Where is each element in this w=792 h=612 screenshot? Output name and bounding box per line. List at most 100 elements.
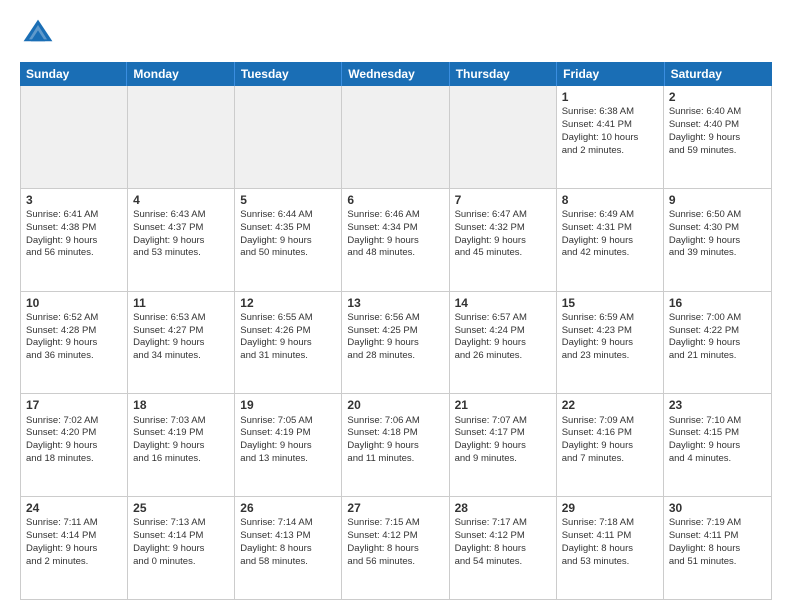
- day-info: Sunrise: 6:46 AM: [347, 209, 443, 222]
- day-info: Sunrise: 7:11 AM: [26, 517, 122, 530]
- day-info: Sunset: 4:16 PM: [562, 427, 658, 440]
- day-info: Sunset: 4:19 PM: [133, 427, 229, 440]
- day-info: Sunrise: 7:06 AM: [347, 415, 443, 428]
- day-number: 22: [562, 397, 658, 413]
- weekday-header: Monday: [127, 62, 234, 86]
- calendar-row: 1Sunrise: 6:38 AMSunset: 4:41 PMDaylight…: [21, 86, 771, 189]
- logo: [20, 16, 60, 52]
- day-info: Sunset: 4:30 PM: [669, 222, 766, 235]
- day-info: and 21 minutes.: [669, 350, 766, 363]
- day-info: Sunrise: 6:41 AM: [26, 209, 122, 222]
- day-info: and 56 minutes.: [347, 556, 443, 569]
- day-info: Sunrise: 6:55 AM: [240, 312, 336, 325]
- day-info: Sunset: 4:24 PM: [455, 325, 551, 338]
- day-info: and 51 minutes.: [669, 556, 766, 569]
- day-info: Daylight: 9 hours: [26, 543, 122, 556]
- day-number: 18: [133, 397, 229, 413]
- day-info: Daylight: 9 hours: [669, 337, 766, 350]
- day-info: and 50 minutes.: [240, 247, 336, 260]
- day-info: Daylight: 9 hours: [26, 235, 122, 248]
- day-info: Sunrise: 6:47 AM: [455, 209, 551, 222]
- calendar-cell: 27Sunrise: 7:15 AMSunset: 4:12 PMDayligh…: [342, 497, 449, 599]
- day-info: Sunrise: 7:03 AM: [133, 415, 229, 428]
- day-number: 13: [347, 295, 443, 311]
- weekday-header: Wednesday: [342, 62, 449, 86]
- day-number: 28: [455, 500, 551, 516]
- day-info: Sunset: 4:11 PM: [669, 530, 766, 543]
- day-info: Sunset: 4:40 PM: [669, 119, 766, 132]
- day-info: Daylight: 9 hours: [26, 337, 122, 350]
- day-info: Daylight: 9 hours: [133, 337, 229, 350]
- day-info: and 54 minutes.: [455, 556, 551, 569]
- weekday-header: Tuesday: [235, 62, 342, 86]
- page: SundayMondayTuesdayWednesdayThursdayFrid…: [0, 0, 792, 612]
- calendar-cell: 13Sunrise: 6:56 AMSunset: 4:25 PMDayligh…: [342, 292, 449, 394]
- day-info: Daylight: 8 hours: [562, 543, 658, 556]
- day-info: Daylight: 9 hours: [240, 440, 336, 453]
- day-number: 24: [26, 500, 122, 516]
- day-info: Daylight: 9 hours: [669, 132, 766, 145]
- day-info: Daylight: 9 hours: [669, 440, 766, 453]
- calendar-cell: 22Sunrise: 7:09 AMSunset: 4:16 PMDayligh…: [557, 394, 664, 496]
- day-info: Sunset: 4:31 PM: [562, 222, 658, 235]
- day-info: and 56 minutes.: [26, 247, 122, 260]
- day-info: Sunset: 4:14 PM: [133, 530, 229, 543]
- day-info: Sunset: 4:22 PM: [669, 325, 766, 338]
- day-number: 25: [133, 500, 229, 516]
- calendar-cell: [450, 86, 557, 188]
- day-info: and 36 minutes.: [26, 350, 122, 363]
- day-info: Sunrise: 7:14 AM: [240, 517, 336, 530]
- calendar-cell: 14Sunrise: 6:57 AMSunset: 4:24 PMDayligh…: [450, 292, 557, 394]
- day-info: and 16 minutes.: [133, 453, 229, 466]
- day-info: and 53 minutes.: [133, 247, 229, 260]
- day-info: Sunset: 4:25 PM: [347, 325, 443, 338]
- day-number: 30: [669, 500, 766, 516]
- day-number: 7: [455, 192, 551, 208]
- day-number: 3: [26, 192, 122, 208]
- weekday-header: Saturday: [665, 62, 772, 86]
- calendar-cell: 7Sunrise: 6:47 AMSunset: 4:32 PMDaylight…: [450, 189, 557, 291]
- day-info: and 13 minutes.: [240, 453, 336, 466]
- day-number: 9: [669, 192, 766, 208]
- day-info: Sunset: 4:14 PM: [26, 530, 122, 543]
- calendar-cell: 29Sunrise: 7:18 AMSunset: 4:11 PMDayligh…: [557, 497, 664, 599]
- calendar-row: 10Sunrise: 6:52 AMSunset: 4:28 PMDayligh…: [21, 292, 771, 395]
- day-number: 4: [133, 192, 229, 208]
- day-info: and 58 minutes.: [240, 556, 336, 569]
- day-info: Sunrise: 6:59 AM: [562, 312, 658, 325]
- header: [20, 16, 772, 52]
- calendar-cell: [128, 86, 235, 188]
- calendar-cell: 19Sunrise: 7:05 AMSunset: 4:19 PMDayligh…: [235, 394, 342, 496]
- weekday-header: Friday: [557, 62, 664, 86]
- calendar-cell: 3Sunrise: 6:41 AMSunset: 4:38 PMDaylight…: [21, 189, 128, 291]
- day-info: Sunrise: 7:00 AM: [669, 312, 766, 325]
- day-info: Daylight: 9 hours: [240, 337, 336, 350]
- day-info: Daylight: 9 hours: [133, 440, 229, 453]
- day-info: Sunrise: 6:43 AM: [133, 209, 229, 222]
- day-info: Sunset: 4:26 PM: [240, 325, 336, 338]
- day-info: Sunrise: 7:13 AM: [133, 517, 229, 530]
- calendar-cell: 5Sunrise: 6:44 AMSunset: 4:35 PMDaylight…: [235, 189, 342, 291]
- day-number: 2: [669, 89, 766, 105]
- day-info: Daylight: 8 hours: [240, 543, 336, 556]
- day-info: Sunset: 4:23 PM: [562, 325, 658, 338]
- day-info: and 31 minutes.: [240, 350, 336, 363]
- calendar-cell: [235, 86, 342, 188]
- day-info: and 34 minutes.: [133, 350, 229, 363]
- calendar-cell: 24Sunrise: 7:11 AMSunset: 4:14 PMDayligh…: [21, 497, 128, 599]
- day-number: 21: [455, 397, 551, 413]
- day-info: Daylight: 9 hours: [240, 235, 336, 248]
- day-info: Sunset: 4:37 PM: [133, 222, 229, 235]
- day-info: and 23 minutes.: [562, 350, 658, 363]
- day-info: Daylight: 9 hours: [133, 543, 229, 556]
- day-info: Daylight: 8 hours: [347, 543, 443, 556]
- day-info: and 45 minutes.: [455, 247, 551, 260]
- day-info: and 4 minutes.: [669, 453, 766, 466]
- calendar-cell: 15Sunrise: 6:59 AMSunset: 4:23 PMDayligh…: [557, 292, 664, 394]
- day-info: Sunset: 4:34 PM: [347, 222, 443, 235]
- day-info: Sunset: 4:17 PM: [455, 427, 551, 440]
- calendar-header: SundayMondayTuesdayWednesdayThursdayFrid…: [20, 62, 772, 86]
- day-number: 29: [562, 500, 658, 516]
- day-info: Sunrise: 7:18 AM: [562, 517, 658, 530]
- day-info: Sunrise: 6:38 AM: [562, 106, 658, 119]
